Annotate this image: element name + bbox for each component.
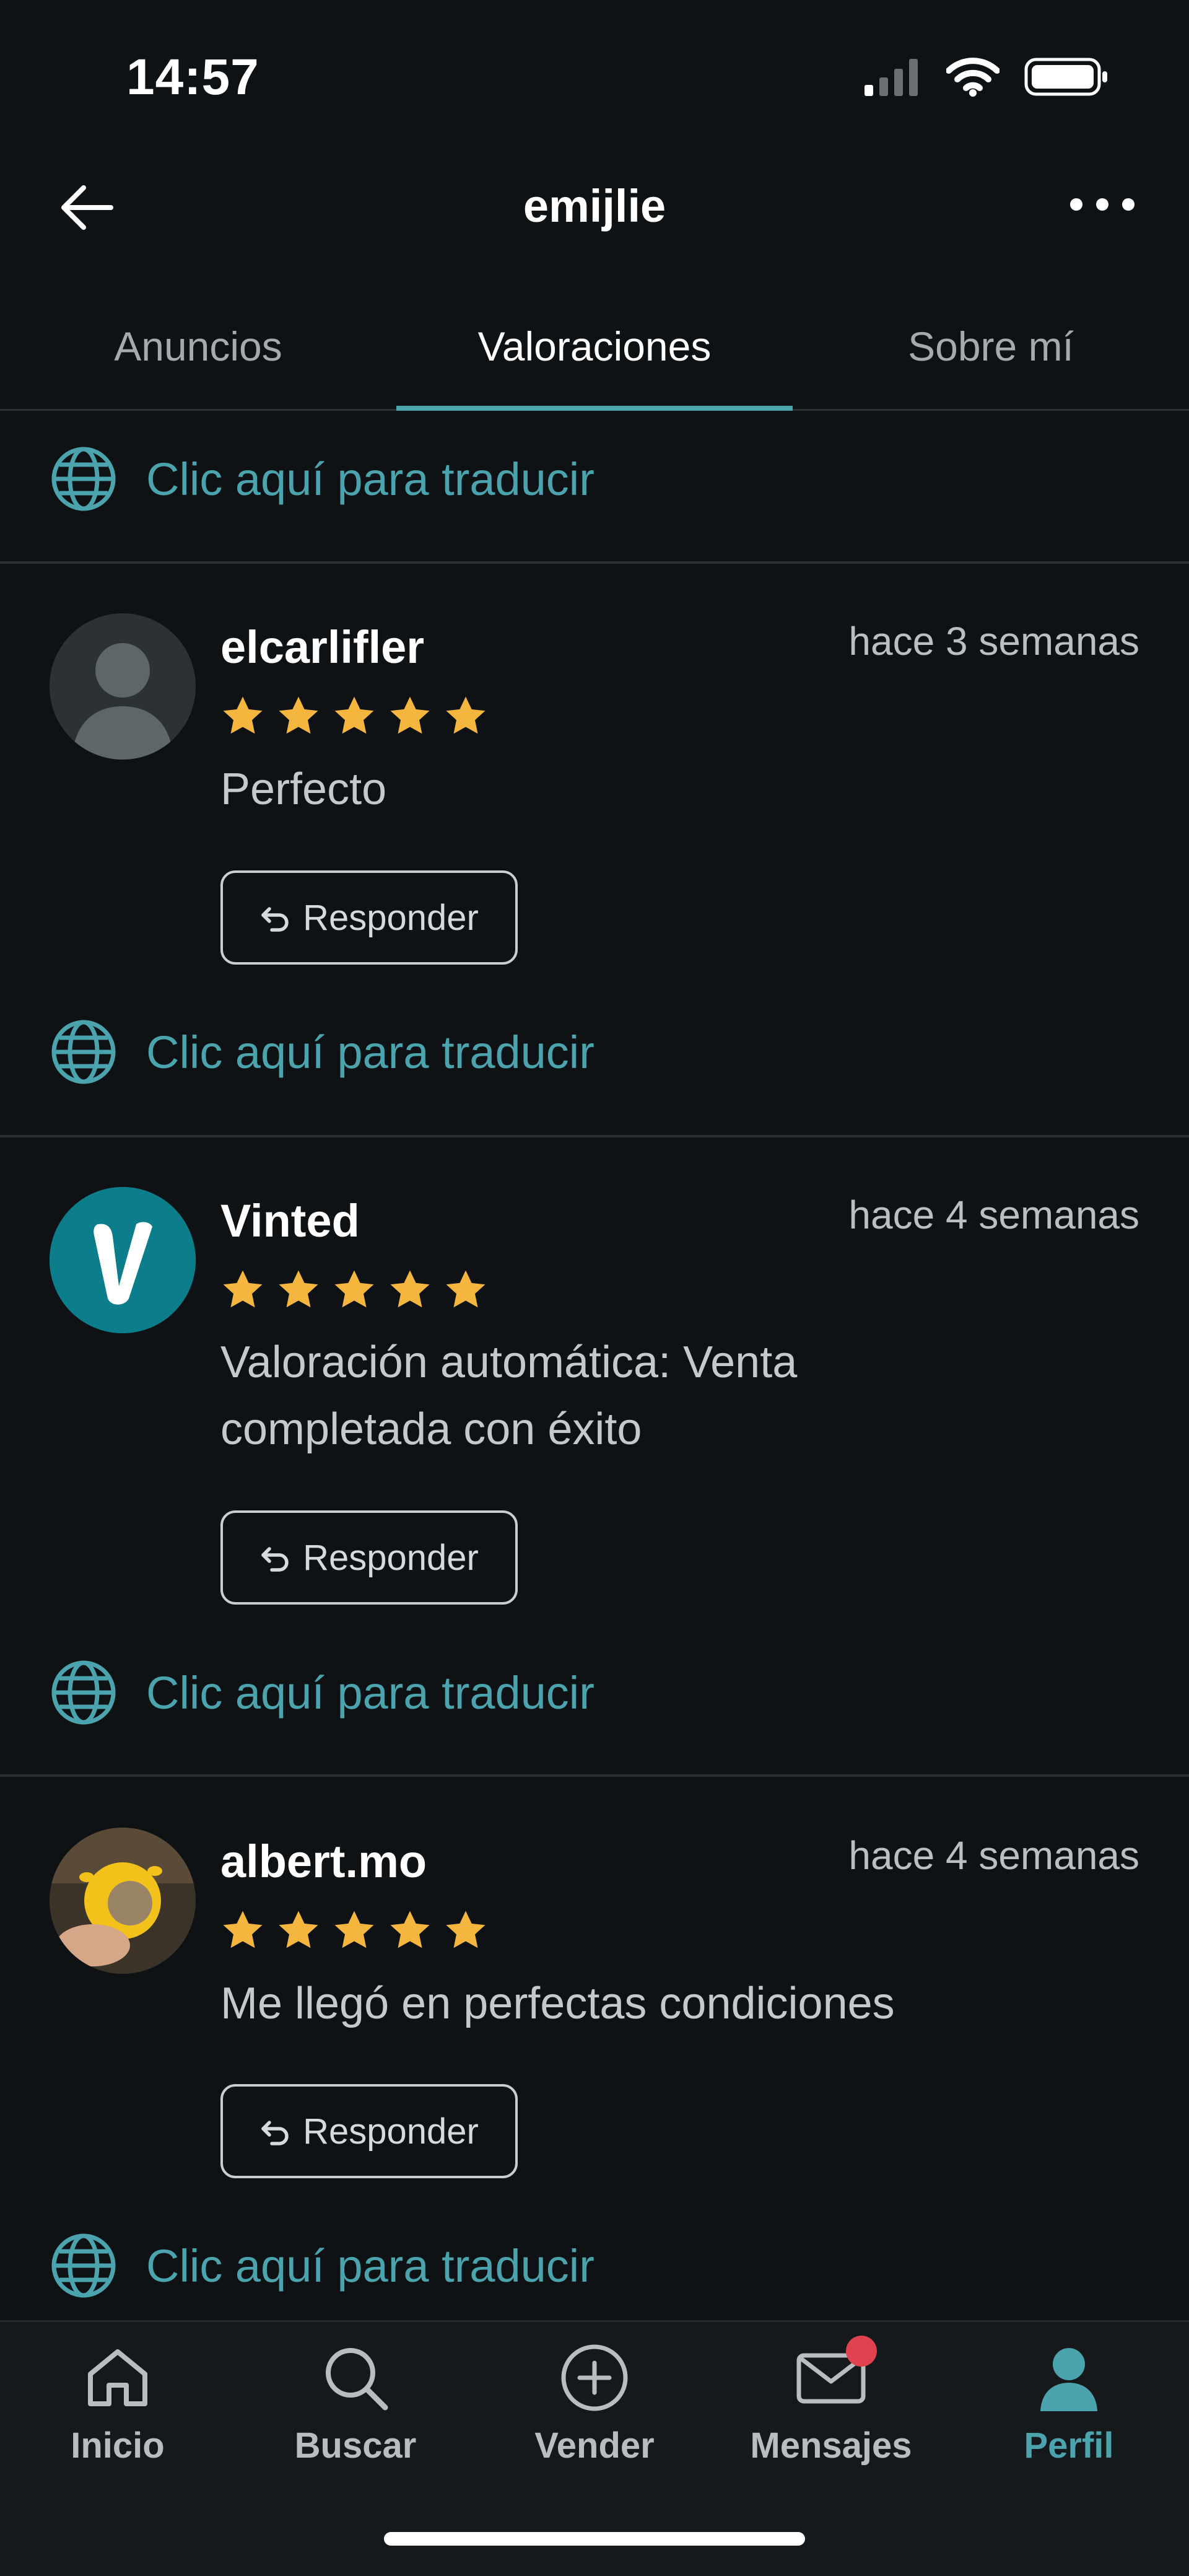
review-comment: Me llegó en perfectas condiciones <box>220 1979 895 2028</box>
mail-icon-wrapper <box>794 2336 877 2415</box>
review-comment: Valoración automática: Venta completada … <box>220 1338 798 1454</box>
nav-item-perfil[interactable]: Perfil <box>976 2341 1162 2466</box>
translate-label: Clic aquí para traducir <box>146 2240 594 2292</box>
translate-label: Clic aquí para traducir <box>146 453 594 505</box>
reply-label: Responder <box>303 2111 479 2152</box>
reply-icon <box>261 907 289 932</box>
vinted-logo-icon <box>50 1187 196 1333</box>
globe-icon <box>51 2233 116 2298</box>
globe-icon <box>51 1660 116 1725</box>
star-icon <box>334 1270 374 1308</box>
battery-icon <box>1024 58 1107 96</box>
star-icon <box>334 1911 374 1948</box>
profile-tabs: Anuncios Valoraciones Sobre mí <box>0 284 1189 411</box>
star-icon <box>334 696 374 734</box>
review-time: hace 4 semanas <box>848 1833 1139 1878</box>
reply-button[interactable]: Responder <box>220 2084 518 2178</box>
nav-label: Perfil <box>1024 2425 1114 2466</box>
wifi-icon <box>946 58 1000 97</box>
signal-icon <box>865 59 918 96</box>
star-icon <box>223 1911 263 1948</box>
globe-icon <box>51 1020 116 1084</box>
avatar[interactable] <box>50 1187 196 1333</box>
nav-item-buscar[interactable]: Buscar <box>263 2341 448 2466</box>
star-icon <box>446 1911 486 1948</box>
notification-badge <box>846 2336 877 2367</box>
reply-button[interactable]: Responder <box>220 1510 518 1605</box>
home-indicator <box>384 2532 805 2546</box>
star-icon <box>279 1270 318 1308</box>
review-time: hace 3 semanas <box>848 619 1139 664</box>
review-time: hace 4 semanas <box>848 1193 1139 1237</box>
avatar[interactable] <box>50 613 196 760</box>
profile-icon <box>1040 2348 1097 2411</box>
translate-label: Clic aquí para traducir <box>146 1026 594 1078</box>
reply-icon <box>261 2121 289 2145</box>
star-icon <box>390 1270 430 1308</box>
rating-stars <box>220 694 488 738</box>
star-icon <box>390 696 430 734</box>
tab-valoraciones[interactable]: Valoraciones <box>396 284 793 411</box>
star-icon <box>446 696 486 734</box>
review-username[interactable]: albert.mo <box>220 1835 427 1888</box>
nav-label: Buscar <box>294 2425 417 2466</box>
status-time: 14:57 <box>126 49 259 105</box>
status-icons <box>865 57 1108 97</box>
star-icon <box>279 1911 318 1948</box>
nav-item-inicio[interactable]: Inicio <box>25 2341 211 2466</box>
divider <box>0 1135 1189 1137</box>
home-icon <box>88 2349 147 2406</box>
review-username[interactable]: elcarlifler <box>220 621 424 673</box>
nav-label: Mensajes <box>750 2425 912 2466</box>
user-photo-icon <box>50 1828 196 1974</box>
plus-circle-icon <box>561 2344 628 2411</box>
divider <box>0 561 1189 564</box>
star-icon <box>223 1270 263 1308</box>
default-avatar-icon <box>50 613 196 760</box>
reply-label: Responder <box>303 897 479 938</box>
star-icon <box>279 696 318 734</box>
tab-anuncios[interactable]: Anuncios <box>0 284 396 409</box>
nav-item-mensajes[interactable]: Mensajes <box>738 2336 924 2466</box>
reply-button[interactable]: Responder <box>220 870 518 965</box>
reply-label: Responder <box>303 1537 479 1578</box>
translate-link[interactable]: Clic aquí para traducir <box>50 2232 594 2300</box>
nav-label: Inicio <box>71 2425 165 2466</box>
nav-label: Vender <box>534 2425 655 2466</box>
nav-item-vender[interactable]: Vender <box>502 2341 687 2466</box>
review-username[interactable]: Vinted <box>220 1194 360 1247</box>
translate-link[interactable]: Clic aquí para traducir <box>50 1018 594 1086</box>
avatar[interactable] <box>50 1828 196 1974</box>
translate-label: Clic aquí para traducir <box>146 1667 594 1719</box>
tab-sobre-mi[interactable]: Sobre mí <box>793 284 1189 409</box>
more-dot-icon <box>1070 198 1082 211</box>
star-icon <box>390 1911 430 1948</box>
translate-link[interactable]: Clic aquí para traducir <box>50 445 594 513</box>
star-icon <box>446 1270 486 1308</box>
reply-icon <box>261 1547 289 1572</box>
search-icon <box>326 2348 388 2411</box>
rating-stars <box>220 1908 488 1953</box>
more-dot-icon <box>1096 198 1108 211</box>
rating-stars <box>220 1268 488 1312</box>
more-options-button[interactable] <box>1065 186 1139 223</box>
review-comment: Perfecto <box>220 764 387 814</box>
globe-icon <box>51 447 116 511</box>
more-dot-icon <box>1122 198 1135 211</box>
star-icon <box>223 696 263 734</box>
translate-link[interactable]: Clic aquí para traducir <box>50 1658 594 1727</box>
page-title: emijlie <box>523 180 666 232</box>
divider <box>0 1774 1189 1777</box>
